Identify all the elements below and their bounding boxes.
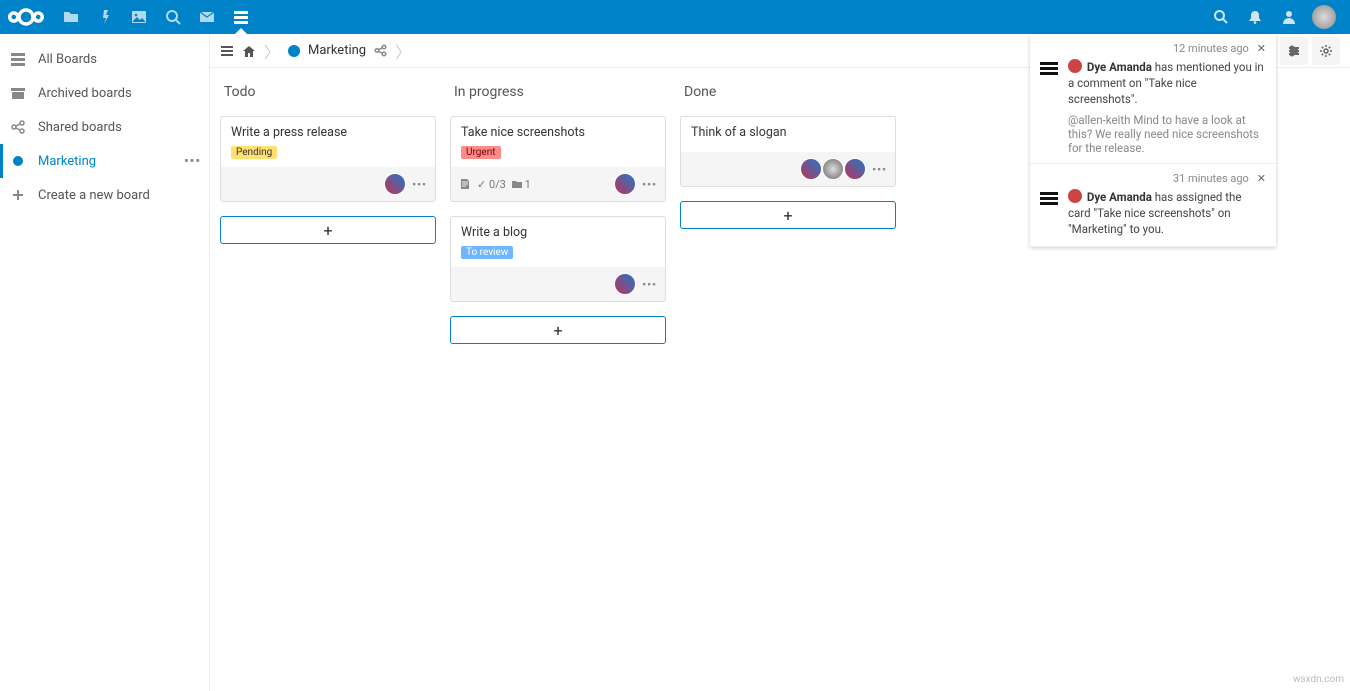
close-icon[interactable]: ✕ [1257, 172, 1266, 185]
card-title: Write a blog [461, 225, 655, 240]
sidebar-item-shared[interactable]: Shared boards [0, 110, 209, 144]
plus-icon [8, 188, 28, 202]
notification-panel: 12 minutes ago ✕ Dye Amanda has mentione… [1030, 34, 1276, 247]
card-tag: To review [461, 246, 513, 259]
assignee-avatar[interactable] [614, 173, 636, 195]
more-icon[interactable]: ••• [184, 154, 201, 169]
card-footer: ••• [681, 152, 895, 186]
watermark: wsxdn.com [1293, 674, 1344, 685]
column: Done Think of a slogan ••• + [680, 84, 896, 675]
notification-time: 31 minutes ago [1173, 172, 1249, 185]
assignee-avatar[interactable] [822, 158, 844, 180]
sidebar-label: Marketing [38, 154, 96, 169]
notification-text: Dye Amanda has mentioned you in a commen… [1068, 59, 1266, 107]
sidebar-item-create-board[interactable]: Create a new board [0, 178, 209, 212]
notification-text: Dye Amanda has assigned the card "Take n… [1068, 189, 1266, 237]
column-title: Done [680, 84, 896, 100]
gallery-icon[interactable] [122, 0, 156, 34]
card-footer: ✓ 0/3 1 ••• [451, 167, 665, 201]
sidebar-item-archived[interactable]: Archived boards [0, 76, 209, 110]
board-color-icon [8, 156, 28, 166]
mail-icon[interactable] [190, 0, 224, 34]
attachment-count: 1 [512, 178, 531, 191]
boards-icon [8, 52, 28, 66]
card-footer: ••• [221, 167, 435, 201]
card-more-icon[interactable]: ••• [872, 163, 887, 176]
close-icon[interactable]: ✕ [1257, 42, 1266, 55]
card[interactable]: Write a press release Pending ••• [220, 116, 436, 202]
home-icon[interactable] [242, 44, 256, 58]
search-app-icon[interactable] [156, 0, 190, 34]
share-icon [8, 120, 28, 134]
card-tag: Urgent [461, 146, 501, 159]
notifications-icon[interactable] [1238, 0, 1272, 34]
breadcrumb-separator: 〉 [264, 39, 280, 63]
column-title: In progress [450, 84, 666, 100]
sidebar-item-all-boards[interactable]: All Boards [0, 42, 209, 76]
topbar [0, 0, 1350, 34]
card-more-icon[interactable]: ••• [642, 178, 657, 191]
deck-icon[interactable] [224, 0, 258, 34]
board-color-dot [288, 45, 300, 57]
notification-quote: @allen-keith Mind to have a look at this… [1068, 113, 1266, 155]
card-more-icon[interactable]: ••• [642, 278, 657, 291]
user-avatar[interactable] [1312, 5, 1336, 29]
assignee-avatar[interactable] [800, 158, 822, 180]
sidebar-label: Archived boards [38, 86, 132, 101]
settings-button[interactable] [1312, 37, 1340, 65]
sidebar: All Boards Archived boards Shared boards… [0, 34, 210, 691]
breadcrumb-separator: 〉 [395, 39, 411, 63]
sidebar-item-marketing[interactable]: Marketing ••• [0, 144, 209, 178]
archive-icon [8, 86, 28, 100]
actor-avatar [1068, 189, 1082, 203]
add-card-button[interactable]: + [220, 216, 436, 244]
assignee-avatar[interactable] [384, 173, 406, 195]
card-title: Take nice screenshots [461, 125, 655, 140]
search-icon[interactable] [1204, 0, 1238, 34]
sidebar-label: All Boards [38, 52, 97, 67]
column-title: Todo [220, 84, 436, 100]
add-card-button[interactable]: + [450, 316, 666, 344]
deck-notif-icon [1040, 61, 1060, 79]
share-board-icon[interactable] [374, 44, 387, 57]
files-icon[interactable] [54, 0, 88, 34]
notification-item[interactable]: 12 minutes ago ✕ Dye Amanda has mentione… [1030, 34, 1276, 164]
breadcrumb-board-name[interactable]: Marketing [308, 43, 366, 58]
card-more-icon[interactable]: ••• [412, 178, 427, 191]
notification-time: 12 minutes ago [1173, 42, 1249, 55]
sidebar-label: Create a new board [38, 188, 150, 203]
nextcloud-logo[interactable] [8, 7, 44, 27]
description-icon [459, 178, 471, 190]
assignee-avatar[interactable] [614, 273, 636, 295]
topnav [54, 0, 258, 34]
card[interactable]: Think of a slogan ••• [680, 116, 896, 187]
sidebar-label: Shared boards [38, 120, 122, 135]
card-tag: Pending [231, 146, 277, 159]
column: In progress Take nice screenshots Urgent ✓ … [450, 84, 666, 675]
card-title: Write a press release [231, 125, 425, 140]
column: Todo Write a press release Pending ••• + [220, 84, 436, 675]
contacts-icon[interactable] [1272, 0, 1306, 34]
menu-toggle-icon[interactable] [220, 44, 234, 58]
deck-notif-icon [1040, 191, 1060, 209]
card[interactable]: Write a blog To review ••• [450, 216, 666, 302]
tasks-count: ✓ 0/3 [477, 178, 506, 191]
board-area: 〉 Marketing 〉 Todo Write a press release P… [210, 34, 1350, 691]
filters-button[interactable] [1280, 37, 1308, 65]
topbar-right [1204, 0, 1342, 34]
card-title: Think of a slogan [691, 125, 885, 140]
assignee-avatar[interactable] [844, 158, 866, 180]
notification-item[interactable]: 31 minutes ago ✕ Dye Amanda has assigned… [1030, 164, 1276, 246]
activity-icon[interactable] [88, 0, 122, 34]
actor-avatar [1068, 59, 1082, 73]
card[interactable]: Take nice screenshots Urgent ✓ 0/3 1 ••• [450, 116, 666, 202]
add-card-button[interactable]: + [680, 201, 896, 229]
card-footer: ••• [451, 267, 665, 301]
